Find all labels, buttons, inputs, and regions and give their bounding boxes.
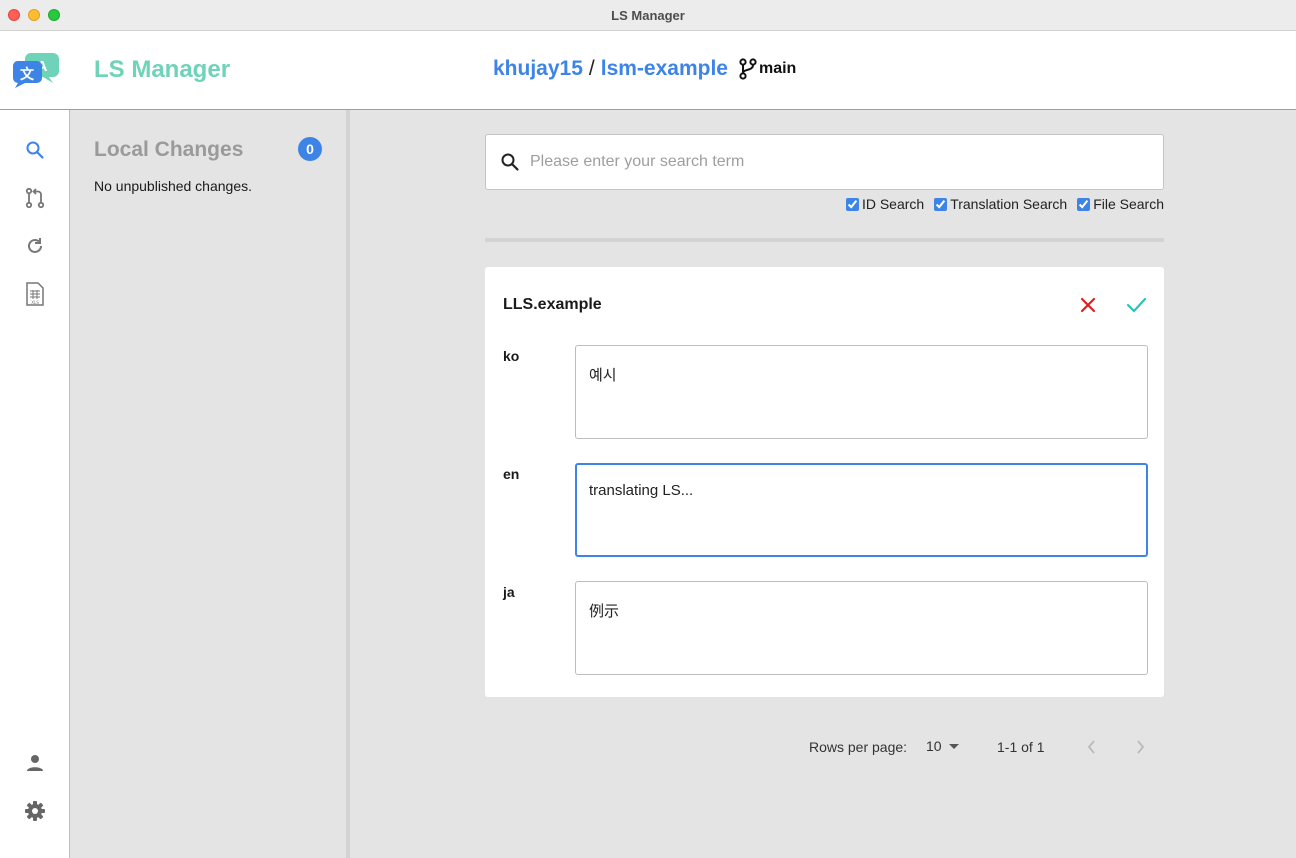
app-window: LS Manager A 文 LS Manager khujay15 / lsm… [0, 0, 1296, 858]
app-name: LS Manager [94, 56, 231, 83]
pull-request-icon[interactable] [23, 186, 47, 210]
branch-selector[interactable]: main [738, 58, 796, 80]
id-search-checkbox[interactable] [845, 197, 859, 211]
check-icon[interactable] [1125, 295, 1147, 315]
window-title: LS Manager [611, 8, 685, 23]
spreadsheet-icon[interactable]: XLS [23, 282, 47, 306]
search-icon [501, 153, 519, 171]
chevron-left-icon[interactable] [1085, 738, 1099, 756]
no-changes-text: No unpublished changes. [94, 178, 253, 194]
gear-icon[interactable] [23, 799, 47, 823]
local-changes-title: Local Changes [94, 138, 244, 161]
close-icon[interactable] [1078, 295, 1098, 315]
filter-file-search[interactable]: File Search [1077, 196, 1164, 212]
search-box [485, 134, 1164, 190]
breadcrumb-separator: / [588, 57, 595, 80]
translation-field-ja[interactable]: 例示 [575, 581, 1148, 675]
repo-breadcrumb: khujay15 / lsm-example main [493, 57, 796, 81]
page-range: 1-1 of 1 [997, 739, 1045, 755]
branch-name: main [758, 60, 797, 77]
title-bar: LS Manager [0, 0, 1296, 31]
translation-field-en[interactable]: translating LS... [575, 463, 1148, 557]
rows-per-page-label: Rows per page: [809, 739, 908, 755]
filter-id-search[interactable]: ID Search [845, 196, 925, 212]
translation-card: LLS.example ko 예시 en translating LS... j… [485, 267, 1164, 697]
app-header: A 文 LS Manager khujay15 / lsm-example ma… [0, 31, 1296, 110]
lang-label-en: en [503, 466, 520, 482]
translation-search-label: Translation Search [950, 196, 1068, 212]
svg-text:文: 文 [20, 66, 35, 83]
search-icon[interactable] [23, 138, 47, 162]
repo-name-link[interactable]: lsm-example [601, 57, 728, 81]
translation-field-ko[interactable]: 예시 [575, 345, 1148, 439]
search-filters: ID Search Translation Search File Search [836, 196, 1164, 212]
user-icon[interactable] [23, 751, 47, 775]
entry-id: LLS.example [503, 296, 602, 313]
file-search-checkbox[interactable] [1077, 197, 1091, 211]
results-divider [485, 238, 1164, 242]
caret-down-icon [948, 743, 959, 749]
lang-label-ja: ja [503, 584, 515, 600]
translate-logo-icon: A 文 [12, 53, 59, 88]
panel-resize-handle[interactable] [346, 110, 350, 858]
nav-rail: XLS [0, 110, 70, 858]
translation-search-checkbox[interactable] [934, 197, 948, 211]
search-input[interactable] [530, 135, 1150, 189]
refresh-icon[interactable] [23, 234, 47, 258]
pagination: Rows per page: 10 1-1 of 1 [809, 737, 1154, 757]
id-search-label: ID Search [861, 196, 925, 212]
repo-owner-link[interactable]: khujay15 [493, 57, 583, 81]
rows-per-page-value: 10 [926, 738, 942, 754]
filter-translation-search[interactable]: Translation Search [934, 196, 1067, 212]
file-search-label: File Search [1093, 196, 1164, 212]
local-changes-panel: Local Changes 0 No unpublished changes. [70, 110, 346, 858]
svg-text:XLS: XLS [31, 300, 39, 305]
git-branch-icon [739, 58, 757, 80]
rows-per-page-select[interactable]: 10 [926, 738, 959, 754]
chevron-right-icon[interactable] [1133, 738, 1147, 756]
lang-label-ko: ko [503, 348, 520, 364]
changes-count-badge: 0 [298, 137, 322, 161]
